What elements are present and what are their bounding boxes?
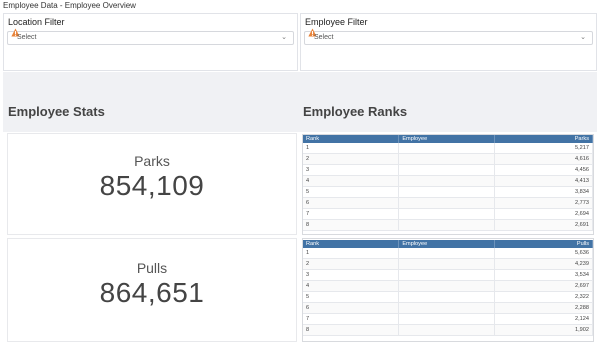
section-header-band — [3, 72, 597, 132]
employee-cell — [398, 153, 496, 166]
rank-cell: 8 — [303, 219, 400, 231]
parks-cell: 2,691 — [494, 219, 593, 231]
location-filter-panel: Location Filter Select ⌄ — [3, 13, 298, 71]
table-row[interactable]: 4 2,697 — [303, 280, 593, 293]
parks-stat-value: 854,109 — [99, 170, 205, 201]
column-header-employee[interactable]: Employee — [398, 135, 496, 143]
parks-cell: 2,773 — [494, 197, 593, 209]
employee-cell — [398, 291, 496, 303]
chevron-down-icon: ⌄ — [580, 34, 586, 41]
employee-cell — [398, 313, 496, 325]
employee-filter-label: Employee Filter — [305, 17, 368, 27]
rank-cell: 6 — [303, 302, 400, 314]
employee-cell — [398, 197, 496, 209]
table-row[interactable]: 5 3,834 — [303, 186, 593, 198]
table-row[interactable]: 4 4,413 — [303, 175, 593, 188]
table-header-row: Rank Employee Parks — [303, 135, 593, 143]
employee-cell — [398, 186, 496, 198]
rank-cell: 1 — [303, 248, 400, 260]
rank-cell: 5 — [303, 186, 400, 198]
pulls-cell: 4,239 — [494, 258, 593, 271]
parks-cell: 2,694 — [494, 208, 593, 220]
employee-cell — [398, 269, 496, 282]
table-row[interactable]: 6 2,288 — [303, 302, 593, 314]
employee-cell — [398, 219, 496, 231]
employee-cell — [398, 143, 496, 155]
employee-stats-title: Employee Stats — [8, 104, 105, 119]
column-header-rank[interactable]: Rank — [303, 240, 400, 248]
location-filter-label: Location Filter — [8, 17, 65, 27]
employee-cell — [398, 258, 496, 271]
employee-filter-panel: Employee Filter Select ⌄ — [300, 13, 597, 71]
pulls-stat-label: Pulls — [136, 260, 168, 276]
parks-cell: 4,616 — [494, 153, 593, 166]
employee-ranks-title: Employee Ranks — [303, 104, 408, 119]
pulls-cell: 2,697 — [494, 280, 593, 293]
employee-cell — [398, 164, 496, 177]
pulls-stat-value: 864,651 — [99, 277, 205, 308]
table-row[interactable]: 3 3,534 — [303, 269, 593, 282]
rank-cell: 3 — [303, 269, 400, 282]
pulls-cell: 2,288 — [494, 302, 593, 314]
table-row[interactable]: 8 1,902 — [303, 324, 593, 336]
table-row[interactable]: 8 2,691 — [303, 219, 593, 231]
parks-rank-table: Rank Employee Parks 1 5,217 2 4,616 3 4,456… — [303, 135, 593, 231]
table-row[interactable]: 3 4,456 — [303, 164, 593, 177]
pulls-rank-table: Rank Employee Pulls 1 5,636 2 4,239 3 3,534… — [303, 240, 593, 336]
rank-cell: 2 — [303, 153, 400, 166]
employee-filter-select[interactable]: Select ⌄ — [304, 28, 593, 45]
employee-cell — [398, 280, 496, 293]
column-header-pulls[interactable]: Pulls — [494, 240, 593, 248]
pulls-cell: 3,534 — [494, 269, 593, 282]
rank-cell: 5 — [303, 291, 400, 303]
employee-cell — [398, 248, 496, 260]
column-header-rank[interactable]: Rank — [303, 135, 400, 143]
parks-stat-label: Parks — [134, 153, 170, 169]
rank-cell: 8 — [303, 324, 400, 336]
parks-cell: 4,413 — [494, 175, 593, 188]
parks-cell: 5,217 — [494, 143, 593, 155]
column-header-employee[interactable]: Employee — [398, 240, 496, 248]
pulls-stat-card: Pulls 864,651 — [7, 238, 297, 342]
rank-cell: 2 — [303, 258, 400, 271]
pulls-cell: 2,322 — [494, 291, 593, 303]
rank-cell: 1 — [303, 143, 400, 155]
column-header-parks[interactable]: Parks — [494, 135, 593, 143]
pulls-cell: 2,124 — [494, 313, 593, 325]
rank-cell: 3 — [303, 164, 400, 177]
rank-cell: 6 — [303, 197, 400, 209]
chevron-down-icon: ⌄ — [281, 34, 287, 41]
parks-cell: 4,456 — [494, 164, 593, 177]
table-row[interactable]: 5 2,322 — [303, 291, 593, 303]
location-filter-select[interactable]: Select ⌄ — [7, 28, 294, 45]
employee-cell — [398, 302, 496, 314]
employee-cell — [398, 175, 496, 188]
location-filter-value: Select — [17, 34, 37, 41]
table-header-row: Rank Employee Pulls — [303, 240, 593, 248]
rank-cell: 4 — [303, 280, 400, 293]
employee-filter-value: Select — [314, 34, 334, 41]
pulls-cell: 5,636 — [494, 248, 593, 260]
employee-cell — [398, 208, 496, 220]
parks-cell: 3,834 — [494, 186, 593, 198]
table-row[interactable]: 2 4,616 — [303, 153, 593, 166]
table-row[interactable]: 7 2,124 — [303, 313, 593, 325]
pulls-cell: 1,902 — [494, 324, 593, 336]
rank-cell: 7 — [303, 313, 400, 325]
employee-cell — [398, 324, 496, 336]
parks-stat-card: Parks 854,109 — [7, 133, 297, 235]
table-row[interactable]: 7 2,694 — [303, 208, 593, 220]
rank-cell: 4 — [303, 175, 400, 188]
table-row[interactable]: 2 4,239 — [303, 258, 593, 271]
rank-cell: 7 — [303, 208, 400, 220]
page-title: Employee Data - Employee Overview — [3, 1, 136, 10]
table-row[interactable]: 1 5,217 — [303, 143, 593, 155]
table-row[interactable]: 6 2,773 — [303, 197, 593, 209]
table-row[interactable]: 1 5,636 — [303, 248, 593, 260]
